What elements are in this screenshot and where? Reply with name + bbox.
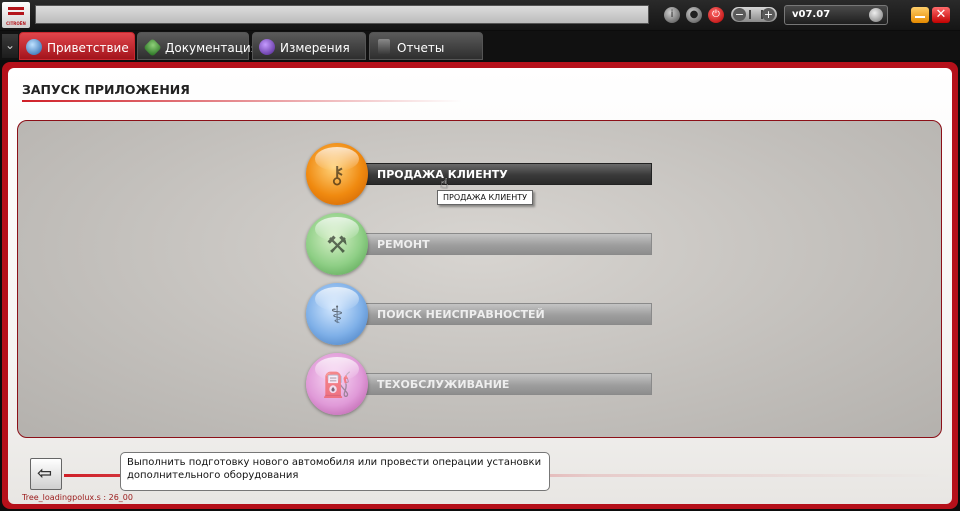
welcome-icon xyxy=(26,39,42,55)
power-icon[interactable]: ⏻ xyxy=(708,7,724,23)
main-frame: ЗАПУСК ПРИЛОЖЕНИЯ ПРОДАЖА КЛИЕНТУ ⚷ РЕМО… xyxy=(2,62,958,509)
tab-documentation[interactable]: Документация xyxy=(137,32,258,60)
menu-item-bar[interactable]: ПРОДАЖА КЛИЕНТУ xyxy=(338,163,652,185)
tab-measurements[interactable]: Измерения xyxy=(252,32,366,60)
menu-item-bar[interactable]: ПОИСК НЕИСПРАВНОСТЕЙ xyxy=(338,303,652,325)
menu-item-diagnostics[interactable]: ПОИСК НЕИСПРАВНОСТЕЙ ⚕ xyxy=(306,283,654,347)
logo-text: CITROËN xyxy=(6,21,26,26)
menu-item-bar[interactable]: ТЕХОБСЛУЖИВАНИЕ xyxy=(338,373,652,395)
content-panel: ЗАПУСК ПРИЛОЖЕНИЯ ПРОДАЖА КЛИЕНТУ ⚷ РЕМО… xyxy=(8,68,952,504)
oil-can-glyph: ⛽ xyxy=(322,371,352,399)
menu-item-repair[interactable]: РЕМОНТ ⚒ xyxy=(306,213,654,277)
stethoscope-glyph: ⚕ xyxy=(330,301,344,329)
citroen-logo: CITROËN xyxy=(2,2,30,28)
menu-item-bar[interactable]: РЕМОНТ xyxy=(338,233,652,255)
logo-chevron-bottom xyxy=(8,12,24,21)
description-box: Выполнить подготовку нового автомобиля и… xyxy=(120,452,550,491)
tab-label: Измерения xyxy=(280,41,350,55)
wrench-glyph: ⚒ xyxy=(326,231,348,259)
close-button[interactable]: ✕ xyxy=(932,7,950,23)
volume-up-button[interactable]: + xyxy=(762,8,775,21)
oil-can-icon[interactable]: ⛽ xyxy=(306,353,368,415)
tab-bar: ⌄ Приветствие Документация Измерения Отч… xyxy=(0,31,960,60)
menu-item-label: ПОИСК НЕИСПРАВНОСТЕЙ xyxy=(377,308,545,321)
tab-label: Приветствие xyxy=(47,41,129,55)
volume-down-button[interactable]: − xyxy=(733,8,746,21)
user-icon[interactable]: ● xyxy=(686,7,702,23)
version-label: v07.07 xyxy=(792,9,831,20)
menu-item-label: РЕМОНТ xyxy=(377,238,430,251)
key-glyph: ⚷ xyxy=(328,161,346,189)
info-icon[interactable]: i xyxy=(664,7,680,23)
back-arrow-icon: ⇦ xyxy=(37,463,53,484)
volume-level-icon xyxy=(749,10,763,19)
tab-label: Отчеты xyxy=(397,41,445,55)
tab-menu-chevron-icon[interactable]: ⌄ xyxy=(2,34,18,58)
tab-reports[interactable]: Отчеты xyxy=(369,32,483,60)
minimize-button[interactable] xyxy=(911,7,929,23)
tab-label: Документация xyxy=(165,41,258,55)
title-divider xyxy=(22,100,462,102)
tooltip: ПРОДАЖА КЛИЕНТУ xyxy=(437,190,534,205)
key-icon[interactable]: ⚷ xyxy=(306,143,368,205)
top-bar: CITROËN i ● ⏻ − + v07.07 ✕ xyxy=(0,0,960,30)
status-text: Tree_loadingpolux.s : 26_00 xyxy=(22,493,133,502)
menu-item-label: ТЕХОБСЛУЖИВАНИЕ xyxy=(377,378,510,391)
version-indicator[interactable]: v07.07 xyxy=(784,5,888,25)
tab-welcome[interactable]: Приветствие xyxy=(19,32,135,60)
menu-item-maintenance[interactable]: ТЕХОБСЛУЖИВАНИЕ ⛽ xyxy=(306,353,654,417)
documentation-icon xyxy=(143,38,162,57)
application-menu-area: ПРОДАЖА КЛИЕНТУ ⚷ РЕМОНТ ⚒ ПОИСК НЕИСПРА… xyxy=(17,120,942,438)
reports-icon xyxy=(378,39,390,54)
back-button[interactable]: ⇦ xyxy=(30,458,62,490)
page-title: ЗАПУСК ПРИЛОЖЕНИЯ xyxy=(22,82,190,97)
wrench-icon[interactable]: ⚒ xyxy=(306,213,368,275)
version-dial-icon xyxy=(869,8,883,22)
measurement-icon xyxy=(259,39,275,55)
address-bar[interactable] xyxy=(35,5,649,24)
stethoscope-icon[interactable]: ⚕ xyxy=(306,283,368,345)
volume-control[interactable]: − + xyxy=(731,7,777,22)
